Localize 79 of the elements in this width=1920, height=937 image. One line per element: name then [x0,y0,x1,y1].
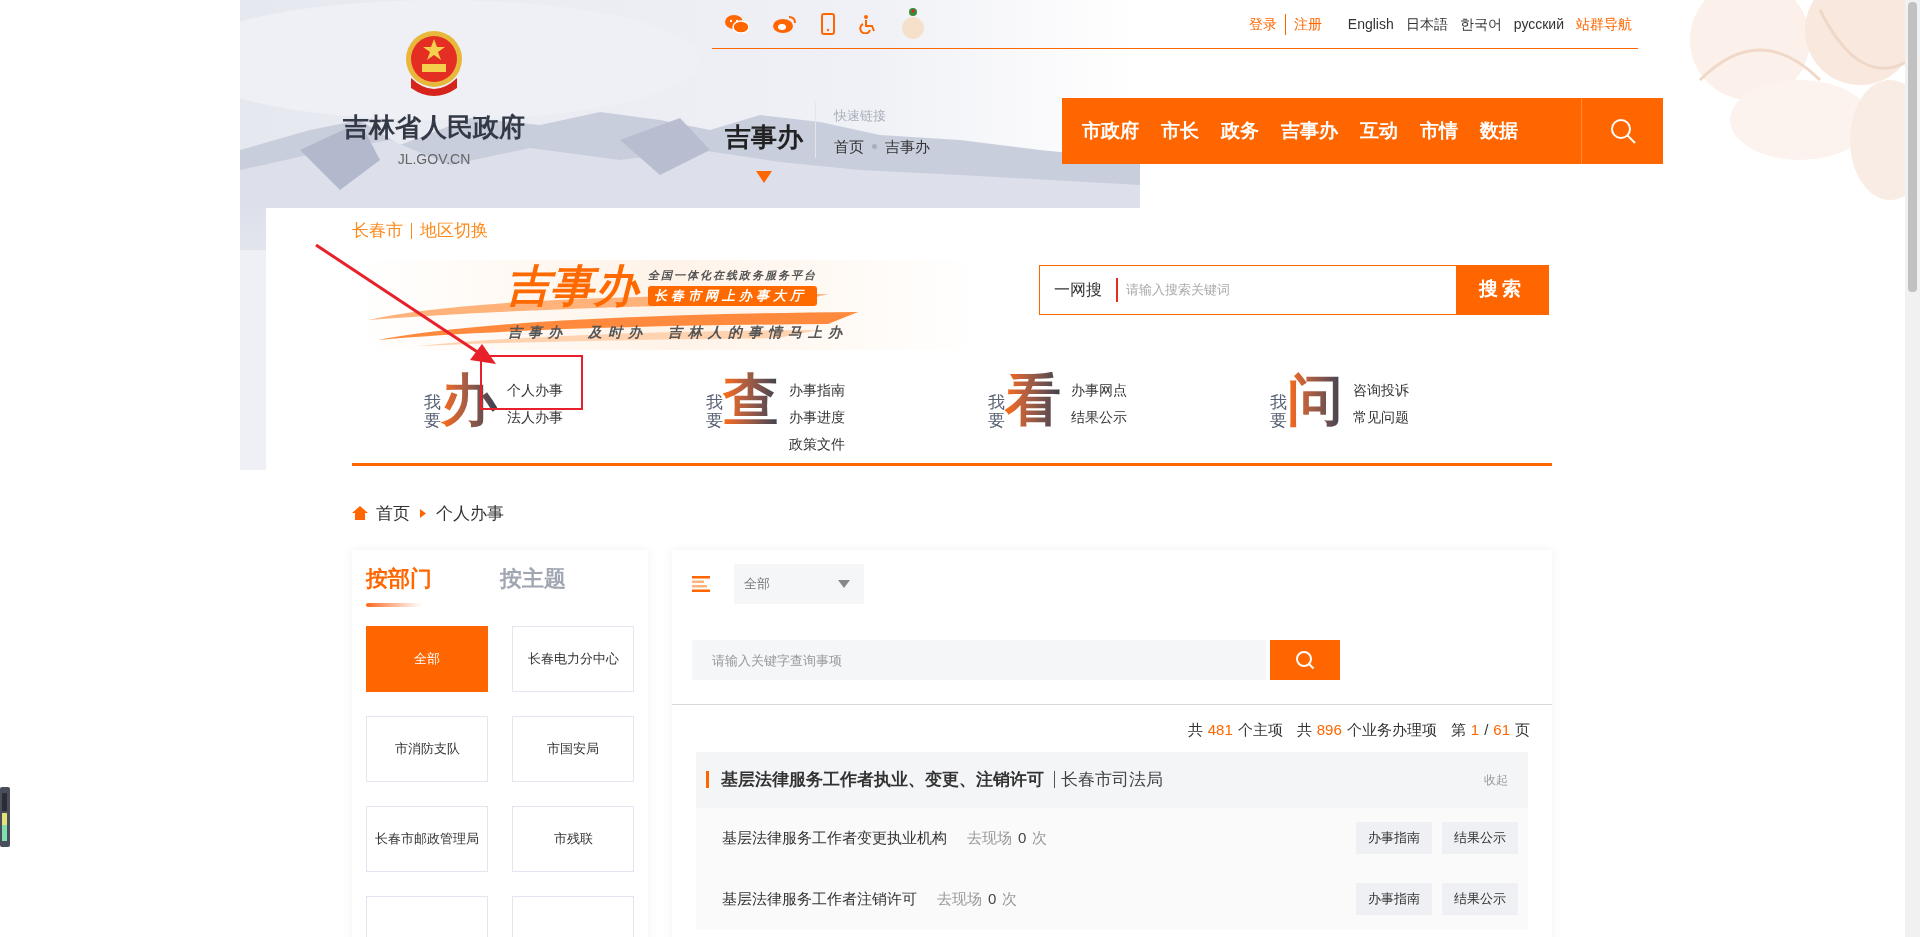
service-link[interactable]: 政策文件 [789,433,845,455]
service-name[interactable]: 基层法律服务工作者注销许可 [722,887,917,911]
visit-count: 0 [988,888,997,909]
department-button[interactable]: 市残联 [512,806,634,872]
count-label: / [1484,720,1489,740]
department-button[interactable]: 长春市邮政管理局 [366,806,488,872]
caret-icon[interactable] [755,171,772,183]
count-label: 共 [1296,720,1312,740]
home-icon[interactable] [352,506,368,521]
count-label: 个主项 [1237,720,1283,740]
service-name[interactable]: 基层法律服务工作者变更执业机构 [722,826,947,850]
site-title: 吉林省人民政府 [343,111,525,144]
count-label: 第 [1450,720,1466,740]
service-link[interactable]: 办事进度 [789,406,845,428]
language-link[interactable]: 한국어 [1459,13,1502,35]
count-value: 896 [1316,720,1342,740]
service-prefix: 我要 [988,393,1005,431]
wechat-icon[interactable] [725,14,749,34]
count-label: 个业务办理项 [1346,720,1437,740]
visit-label: 去现场 [937,888,982,909]
breadcrumb-link[interactable]: 首页 [376,500,410,526]
count-value: 1 [1470,720,1480,740]
search-icon[interactable] [1609,118,1636,144]
department-button[interactable]: 长春电力分中心 [512,626,634,692]
service-glyph: 看 [1005,371,1061,428]
menu-icon[interactable] [692,576,710,592]
service-prefix: 我要 [706,393,723,431]
quick-link[interactable]: 吉事办 [885,135,930,158]
service-link[interactable]: 咨询投诉 [1353,379,1409,401]
service-link[interactable]: 结果公示 [1071,406,1127,428]
visit-unit: 次 [1032,827,1048,848]
visit-count: 0 [1018,827,1027,848]
visit-label: 去现场 [967,827,1012,848]
section-title: 吉事办 [724,121,803,154]
action-button[interactable]: 结果公示 [1442,822,1518,854]
service-link[interactable]: 办事网点 [1071,379,1127,401]
service-link[interactable]: 办事指南 [789,379,845,401]
search-button[interactable] [1270,640,1340,680]
wheelchair-icon[interactable] [859,14,877,34]
chevron-icon [420,508,426,518]
service-link[interactable]: 常见问题 [1353,406,1409,428]
language-link[interactable]: English [1347,13,1394,35]
language-link[interactable]: 日本語 [1405,13,1448,35]
quick-links-label: 快速链接 [834,107,887,125]
group-title[interactable]: 基层法律服务工作者执业、变更、注销许可 [721,766,1044,793]
emblem-icon [405,30,463,98]
action-button[interactable]: 办事指南 [1356,883,1432,915]
count-value: 481 [1207,720,1233,740]
banner-tagline: 全国一体化在线政务服务平台 [648,267,817,283]
scrollbar-thumb[interactable] [1908,2,1917,292]
count-value: 61 [1493,720,1510,740]
category-select[interactable]: 全部 [734,564,864,604]
service-prefix: 我要 [424,393,441,431]
service-link[interactable]: 个人办事 [507,379,563,401]
mobile-phone-icon[interactable] [821,13,835,35]
group-department: 长春市司法局 [1061,768,1163,791]
keyword-search-field[interactable]: 请输入关键字查询事项 [692,640,1266,680]
department-button[interactable]: 市国安局 [512,716,634,782]
search-icon [1295,650,1315,670]
department-button[interactable]: 市消防支队 [366,716,488,782]
level-meter-icon [0,787,10,847]
avatar-icon[interactable] [901,7,925,41]
language-link[interactable]: русский [1513,13,1564,35]
quick-link[interactable]: 首页 [834,135,864,158]
dropdown-icon [838,580,850,588]
count-label: 页 [1515,720,1530,740]
count-label: 共 [1187,720,1203,740]
site-domain: JL.GOV.CN [397,150,471,169]
action-button[interactable]: 办事指南 [1356,822,1432,854]
search-field[interactable]: 一网搜 请输入搜索关键词 搜索 [1039,264,1549,315]
weibo-icon[interactable] [773,14,797,34]
visit-unit: 次 [1002,888,1018,909]
service-prefix: 我要 [1270,393,1287,431]
breadcrumb-link[interactable]: 个人办事 [436,500,504,526]
service-link[interactable]: 法人办事 [507,406,563,428]
banner-badge: 长春市网上办事大厅 [648,286,817,306]
action-button[interactable]: 结果公示 [1442,883,1518,915]
scrollbar[interactable] [1905,0,1920,937]
search-scope-label: 一网搜 [1053,279,1103,300]
